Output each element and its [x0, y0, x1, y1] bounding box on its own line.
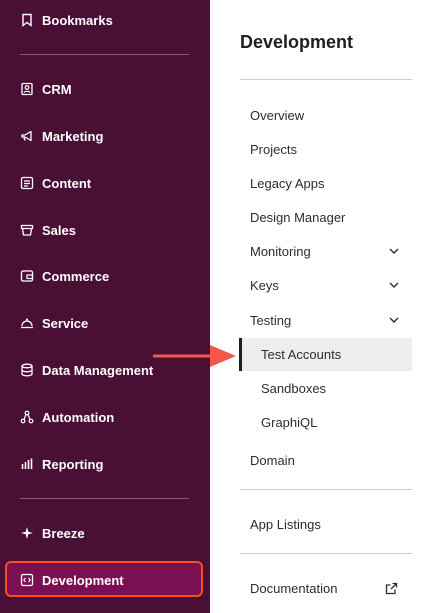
sidebar-item-data-management[interactable]: Data Management	[20, 359, 153, 381]
sidebar-item-marketing[interactable]: Marketing	[20, 125, 103, 147]
sidebar-item-reporting[interactable]: Reporting	[20, 453, 103, 475]
service-icon	[20, 316, 34, 330]
submenu-item-test-accounts[interactable]: Test Accounts	[261, 343, 341, 365]
sidebar-item-label: Service	[42, 315, 89, 331]
contacts-icon	[20, 82, 34, 96]
menu-item-label: Domain	[250, 452, 295, 468]
submenu-item-label: GraphiQL	[261, 414, 318, 430]
menu-item-projects[interactable]: Projects	[250, 138, 410, 160]
database-icon	[20, 363, 34, 377]
submenu-item-label: Test Accounts	[261, 346, 342, 362]
content-icon	[20, 176, 34, 190]
external-link-icon	[385, 582, 398, 595]
menu-item-label: Monitoring	[250, 243, 311, 259]
sidebar-item-crm[interactable]: CRM	[20, 78, 72, 100]
sidebar-divider	[20, 54, 189, 55]
submenu-item-sandboxes[interactable]: Sandboxes	[261, 377, 326, 399]
menu-item-testing[interactable]: Testing	[250, 309, 410, 331]
menu-item-label: Documentation	[250, 580, 338, 596]
chevron-down-icon[interactable]	[388, 314, 400, 326]
chevron-down-icon[interactable]	[388, 245, 400, 257]
panel-divider	[240, 553, 412, 554]
sidebar-item-commerce[interactable]: Commerce	[20, 265, 109, 287]
sidebar-item-automation[interactable]: Automation	[20, 406, 114, 428]
bookmark-icon	[20, 13, 34, 27]
menu-item-label: Projects	[250, 141, 297, 157]
sidebar-item-development[interactable]: Development	[20, 569, 124, 591]
automation-icon	[20, 410, 34, 424]
sidebar-item-label: Commerce	[42, 268, 110, 284]
menu-item-keys[interactable]: Keys	[250, 274, 410, 296]
sidebar-item-content[interactable]: Content	[20, 172, 91, 194]
menu-item-label: App Listings	[250, 516, 321, 532]
reporting-icon	[20, 457, 34, 471]
megaphone-icon	[20, 129, 34, 143]
sidebar-item-bookmarks[interactable]: Bookmarks	[20, 9, 113, 31]
sidebar-item-label: Development	[42, 572, 124, 588]
sidebar-item-label: Bookmarks	[42, 12, 113, 28]
sidebar-item-label: Content	[42, 175, 92, 191]
sidebar-item-sales[interactable]: Sales	[20, 219, 76, 241]
sidebar-item-label: Automation	[42, 409, 115, 425]
code-icon	[20, 573, 34, 587]
menu-item-monitoring[interactable]: Monitoring	[250, 240, 410, 262]
sidebar-item-service[interactable]: Service	[20, 312, 88, 334]
menu-item-label: Overview	[250, 107, 305, 123]
menu-item-label: Testing	[250, 312, 292, 328]
sidebar-item-label: CRM	[42, 81, 72, 97]
menu-item-label: Legacy Apps	[250, 175, 325, 191]
sidebar-item-label: Data Management	[42, 362, 154, 378]
sales-icon	[20, 223, 34, 237]
panel-divider	[240, 79, 412, 80]
menu-item-domain[interactable]: Domain	[250, 449, 410, 471]
menu-item-legacy-apps[interactable]: Legacy Apps	[250, 172, 410, 194]
menu-item-design-manager[interactable]: Design Manager	[250, 206, 410, 228]
pointer-arrow-annotation	[153, 345, 236, 367]
sidebar-item-label: Sales	[42, 222, 76, 238]
sparkle-icon	[20, 526, 34, 540]
menu-item-label: Keys	[250, 277, 279, 293]
chevron-down-icon[interactable]	[388, 279, 400, 291]
menu-item-app-listings[interactable]: App Listings	[250, 513, 410, 535]
panel-title: Development	[240, 32, 354, 52]
main-sidebar: Bookmarks CRM Marketing Content Sales Co…	[0, 0, 210, 613]
commerce-icon	[20, 269, 34, 283]
sidebar-item-label: Marketing	[42, 128, 104, 144]
submenu-item-label: Sandboxes	[261, 380, 327, 396]
menu-item-overview[interactable]: Overview	[250, 104, 410, 126]
menu-item-label: Design Manager	[250, 209, 346, 225]
sidebar-item-label: Reporting	[42, 456, 104, 472]
sidebar-divider	[20, 498, 189, 499]
sidebar-item-label: Breeze	[42, 525, 85, 541]
submenu-item-graphiql[interactable]: GraphiQL	[261, 411, 317, 433]
sidebar-item-breeze[interactable]: Breeze	[20, 522, 85, 544]
panel-divider	[240, 489, 412, 490]
